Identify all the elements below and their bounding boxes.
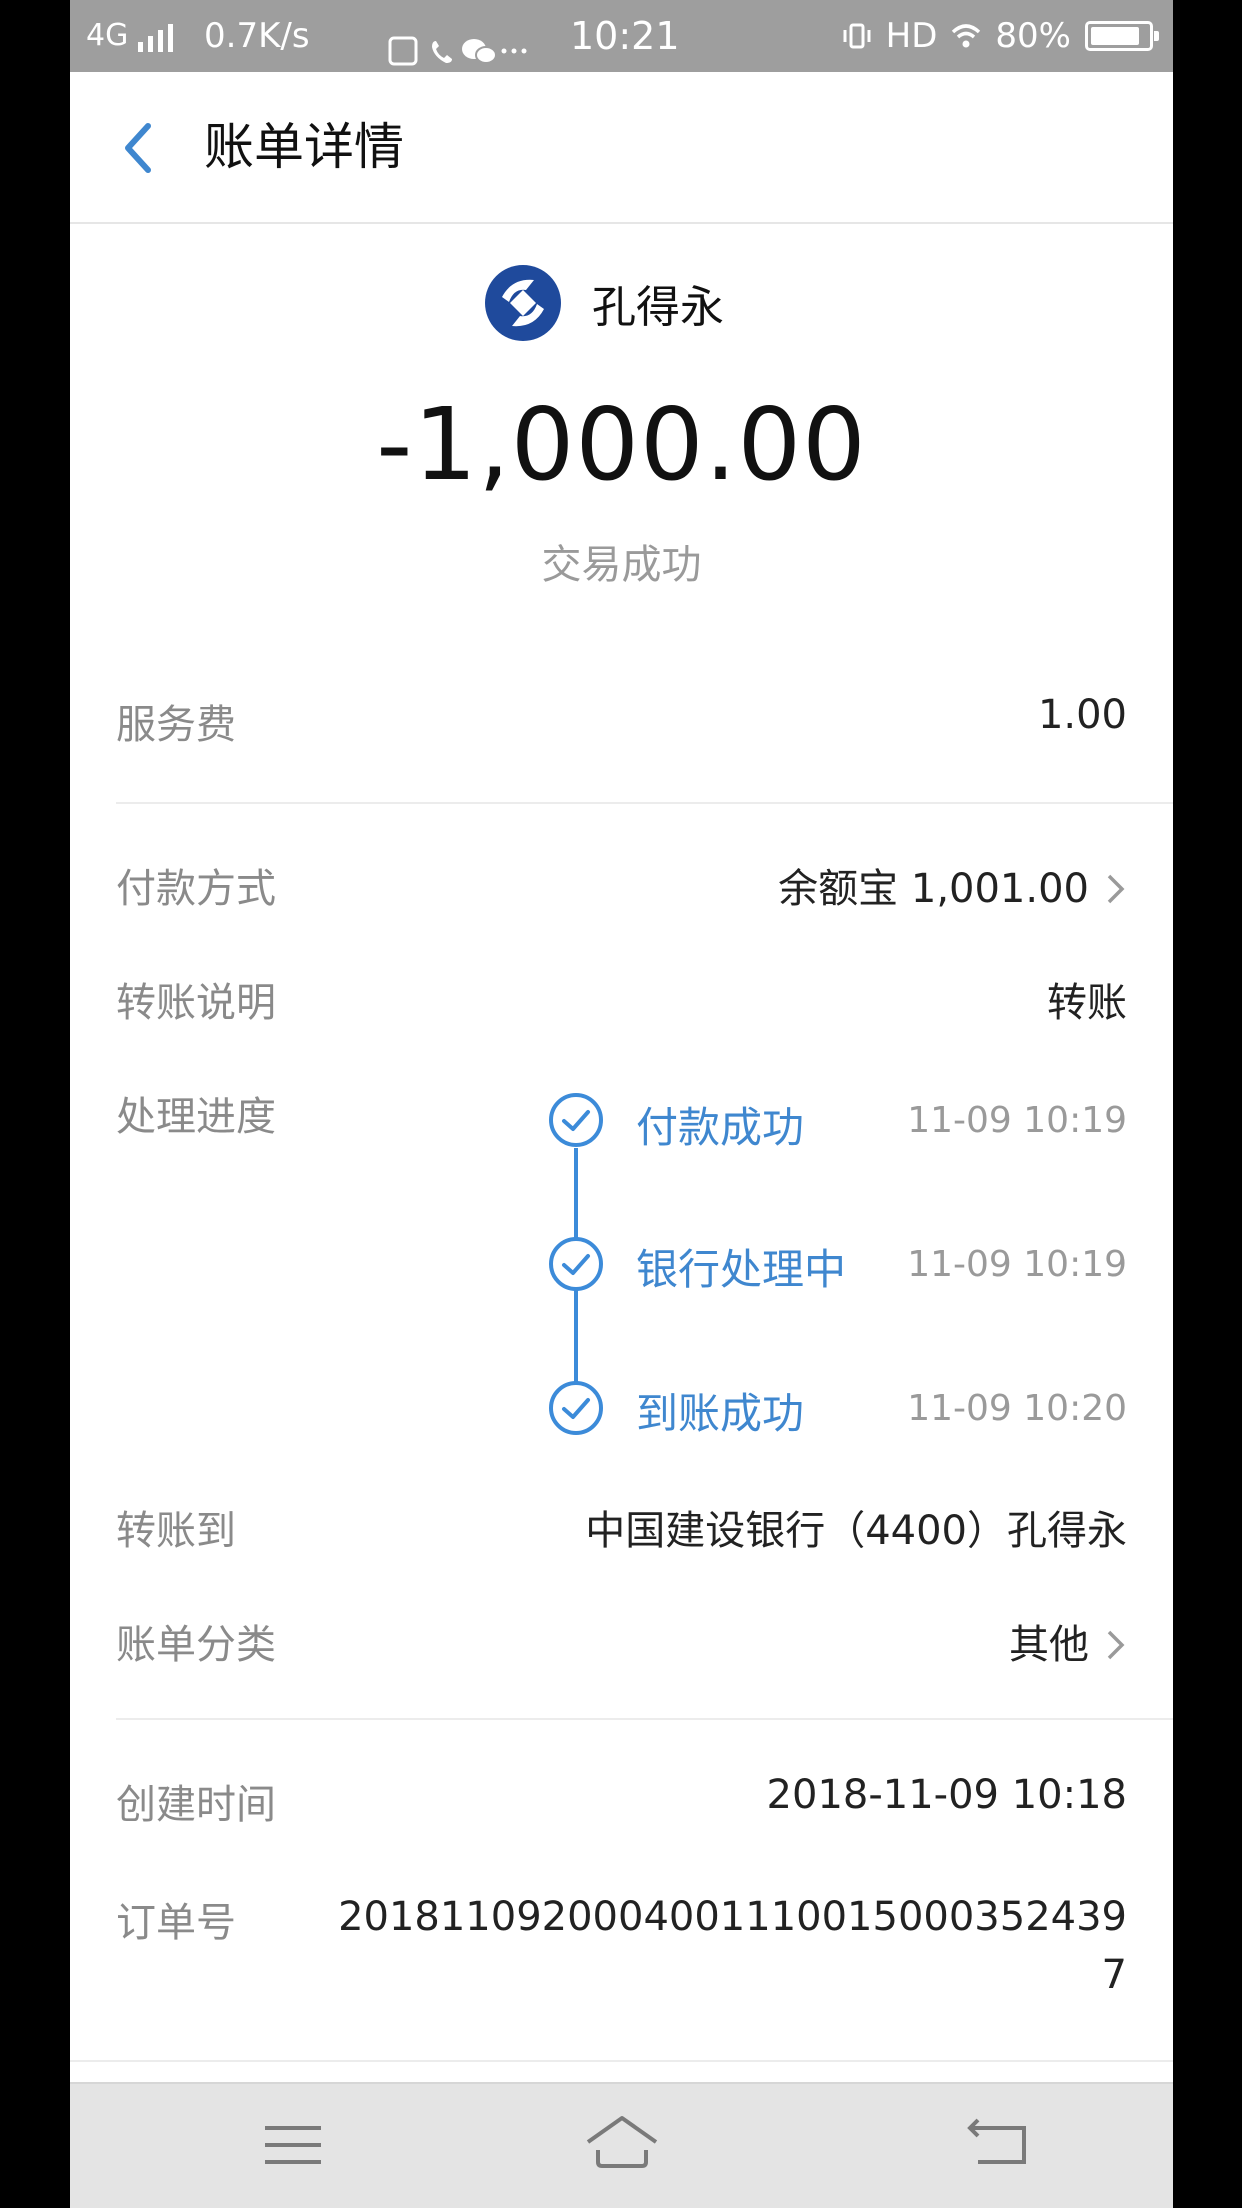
category-value: 其他 xyxy=(1009,1622,1089,1668)
notification-icons xyxy=(388,20,528,66)
phone-screen: 4G 0.7K/s 10:21 HD 80% 账单详情 孔得永 -1,000.0… xyxy=(70,0,1173,2208)
service-fee-label: 服务费 xyxy=(116,702,236,748)
menu-icon[interactable] xyxy=(253,2110,333,2180)
system-nav-bar xyxy=(70,2082,1173,2208)
network-type: 4G xyxy=(86,18,129,53)
divider xyxy=(116,802,1173,804)
network-speed: 0.7K/s xyxy=(204,16,310,56)
transfer-to-value: 中国建设银行（4400）孔得永 xyxy=(585,1508,1127,1554)
progress-label: 处理进度 xyxy=(116,1094,276,1140)
chevron-right-icon xyxy=(1107,1630,1125,1660)
payment-method-label: 付款方式 xyxy=(116,866,276,912)
battery-percent: 80% xyxy=(995,16,1071,56)
transaction-amount: -1,000.00 xyxy=(376,386,867,503)
check-circle-icon xyxy=(549,1381,603,1435)
payee: 孔得永 xyxy=(484,262,724,344)
signal-icon xyxy=(138,22,173,52)
status-right: HD 80% xyxy=(842,0,1159,72)
status-bar: 4G 0.7K/s 10:21 HD 80% xyxy=(70,0,1173,72)
progress-step-label: 到账成功 xyxy=(636,1389,805,1438)
check-circle-icon xyxy=(549,1237,603,1291)
progress-line xyxy=(574,1148,578,1242)
progress-line xyxy=(574,1290,578,1386)
home-icon[interactable] xyxy=(582,2110,662,2180)
payment-method-row[interactable]: 余额宝 1,001.00 xyxy=(778,856,1127,914)
return-icon[interactable] xyxy=(960,2110,1040,2180)
transfer-to-label: 转账到 xyxy=(116,1508,236,1554)
service-fee-value: 1.00 xyxy=(1037,692,1127,738)
hd-indicator: HD xyxy=(885,16,938,56)
divider xyxy=(116,1718,1173,1720)
transfer-note-value: 转账 xyxy=(1047,980,1127,1026)
category-row[interactable]: 其他 xyxy=(1009,1612,1127,1670)
wifi-icon xyxy=(952,24,981,48)
progress-step-time: 11-09 10:20 xyxy=(907,1388,1127,1429)
page-title: 账单详情 xyxy=(204,118,404,176)
created-time-value: 2018-11-09 10:18 xyxy=(766,1772,1127,1818)
transaction-status: 交易成功 xyxy=(541,542,702,588)
check-circle-icon xyxy=(549,1093,603,1147)
ccb-logo-icon xyxy=(485,265,561,341)
progress-step-time: 11-09 10:19 xyxy=(907,1100,1127,1141)
chevron-right-icon xyxy=(1107,874,1125,904)
order-number-label: 订单号 xyxy=(116,1900,236,1946)
chevron-left-icon[interactable] xyxy=(114,118,162,178)
progress-step-label: 付款成功 xyxy=(636,1103,805,1152)
battery-icon xyxy=(1085,21,1159,51)
vibrate-icon xyxy=(843,23,871,49)
progress-step-time: 11-09 10:19 xyxy=(907,1244,1127,1285)
payee-name: 孔得永 xyxy=(592,282,724,333)
order-number-value: 20181109200040011100150003524397 xyxy=(338,1894,1127,1998)
page-header: 账单详情 xyxy=(70,72,1173,224)
category-label: 账单分类 xyxy=(116,1622,276,1668)
transfer-note-label: 转账说明 xyxy=(116,980,276,1026)
created-time-label: 创建时间 xyxy=(116,1782,276,1828)
payment-method-value: 余额宝 1,001.00 xyxy=(778,866,1089,912)
progress-step-label: 银行处理中 xyxy=(636,1245,847,1294)
clock: 10:21 xyxy=(570,14,680,58)
divider xyxy=(70,2060,1173,2062)
